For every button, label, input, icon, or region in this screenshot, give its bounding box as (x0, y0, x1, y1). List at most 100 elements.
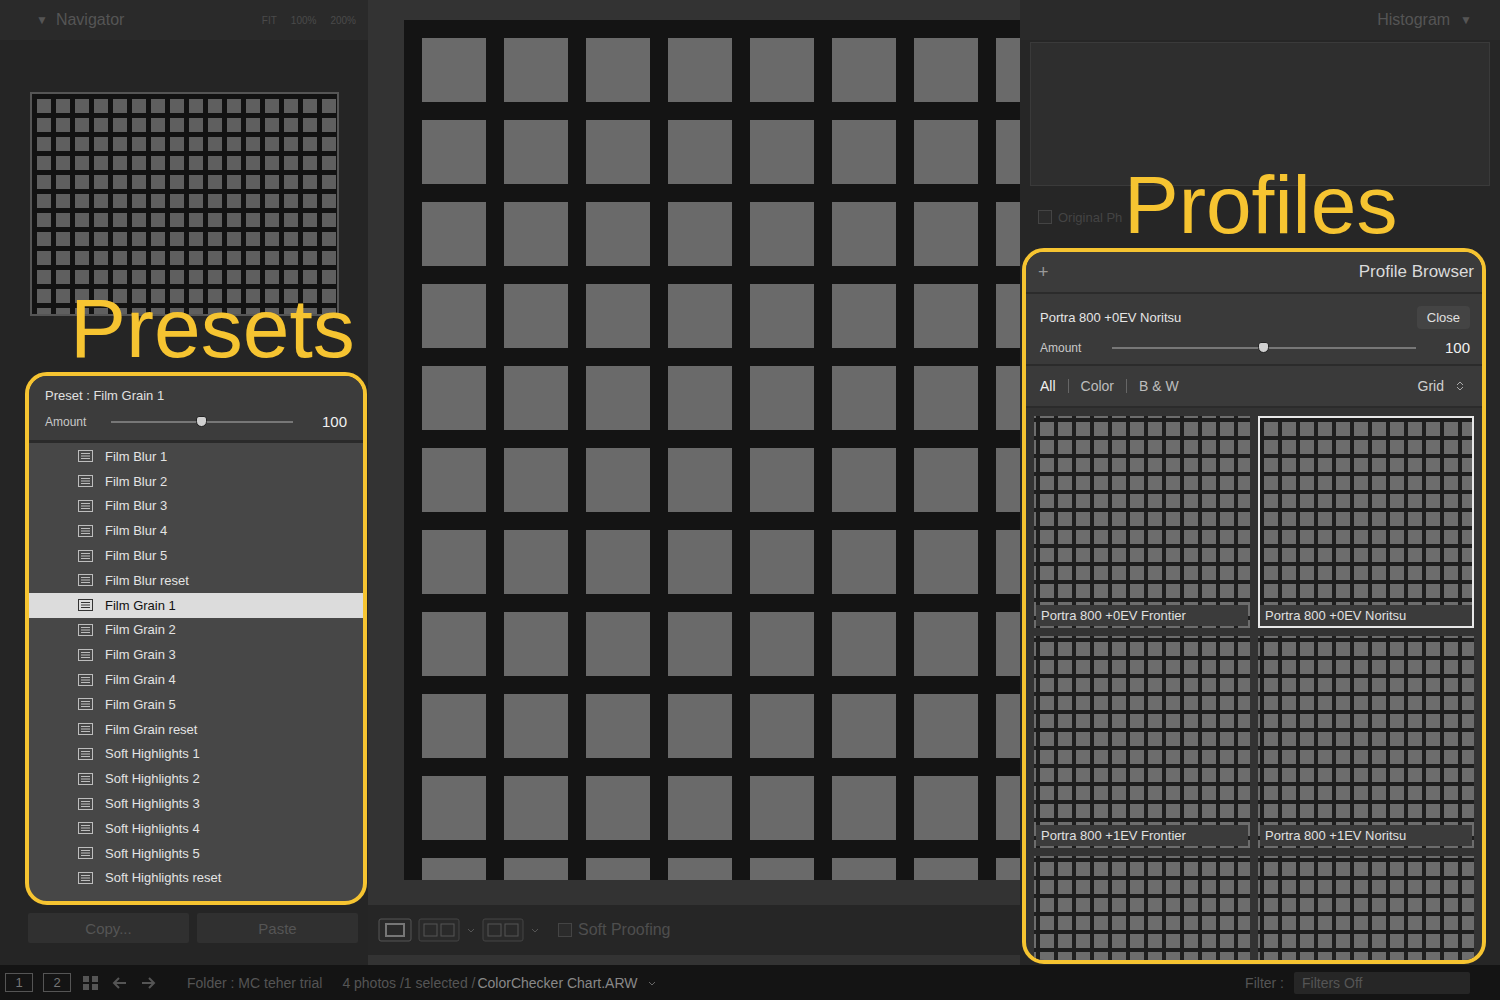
zoom-option[interactable]: FIT (262, 15, 277, 26)
compare-view-icon[interactable] (418, 918, 460, 942)
preset-icon (78, 674, 93, 686)
filter-select[interactable]: Filters Off (1294, 972, 1470, 994)
navigator-header[interactable]: ▼ Navigator FIT 100% 200% (0, 0, 368, 40)
amount-slider[interactable] (111, 421, 293, 423)
preset-item[interactable]: Film Blur reset (29, 568, 363, 593)
preset-name: Soft Highlights 1 (105, 746, 200, 761)
preset-name: Soft Highlights 4 (105, 821, 200, 836)
preset-header: Preset : Film Grain 1 Amount 100 (29, 376, 363, 443)
dropdown-icon[interactable] (466, 918, 476, 942)
preset-item[interactable]: Film Grain reset (29, 717, 363, 742)
preset-name: Film Blur 4 (105, 523, 167, 538)
profile-name: Portra 800 +0EV Frontier (1036, 605, 1248, 626)
current-profile-row: Portra 800 +0EV Noritsu Close (1040, 306, 1470, 329)
panel-button[interactable]: Paste (197, 913, 358, 943)
loupe-view-icon[interactable] (378, 918, 412, 942)
preset-item[interactable]: Film Blur 1 (29, 444, 363, 469)
preset-name: Film Grain 1 (105, 598, 176, 613)
preset-amount: Amount 100 (45, 413, 347, 430)
preset-icon (78, 698, 93, 710)
amount-value[interactable]: 100 (303, 413, 347, 430)
filmstrip-bar: 12 Folder : MC teher trial 4 photos /1 s… (0, 965, 1500, 1000)
back-arrow-icon[interactable] (111, 974, 129, 992)
add-profile-button[interactable]: + (1038, 262, 1359, 283)
current-profile: Portra 800 +0EV Noritsu Close Amount 100 (1026, 294, 1482, 366)
preset-item[interactable]: Film Grain 3 (29, 642, 363, 667)
zoom-option[interactable]: 100% (291, 15, 317, 26)
preset-item[interactable]: Film Blur 5 (29, 543, 363, 568)
folder-label: Folder : MC teher trial (187, 975, 322, 991)
soft-proofing-checkbox[interactable] (558, 923, 572, 937)
preset-item[interactable]: Film Grain 4 (29, 667, 363, 692)
preset-item[interactable]: Film Grain 5 (29, 692, 363, 717)
photo[interactable] (404, 20, 1020, 880)
preset-item[interactable]: Film Blur 2 (29, 469, 363, 494)
updown-icon[interactable] (1456, 380, 1464, 392)
preset-item[interactable]: Soft Highlights 5 (29, 841, 363, 866)
preset-name: Film Grain 2 (105, 622, 176, 637)
preset-icon (78, 872, 93, 884)
profile-thumbnail[interactable]: Portra 800 +0EV Noritsu (1258, 416, 1474, 628)
close-button[interactable]: Close (1417, 306, 1470, 329)
current-profile-name: Portra 800 +0EV Noritsu (1040, 310, 1181, 325)
slider-thumb[interactable] (1258, 342, 1269, 353)
panel-button[interactable]: Copy... (28, 913, 189, 943)
preset-icon (78, 525, 93, 537)
collapse-toggle[interactable]: ▼ (36, 13, 48, 27)
original-photo-row: Original Ph Profiles (1020, 186, 1500, 248)
slider-thumb[interactable] (196, 416, 207, 427)
window-button[interactable]: 1 (5, 973, 33, 992)
navigator-title: Navigator (56, 11, 254, 29)
preset-icon (78, 500, 93, 512)
filter-tab[interactable]: Color (1081, 378, 1114, 394)
profile-thumbnail[interactable]: Portra 800 +0EV Frontier (1034, 416, 1250, 628)
before-after-icon[interactable] (482, 918, 524, 942)
filter-tab[interactable]: All (1040, 378, 1056, 394)
collapse-toggle[interactable]: ▼ (1460, 13, 1472, 27)
profile-thumbnail[interactable] (1034, 856, 1250, 960)
original-photo-checkbox[interactable] (1038, 210, 1052, 224)
preset-name: Soft Highlights 2 (105, 771, 200, 786)
window-button[interactable]: 2 (43, 973, 71, 992)
amount-label: Amount (1040, 341, 1102, 355)
file-name[interactable]: ColorChecker Chart.ARW (477, 975, 637, 991)
profile-filters: All Color B & W Grid (1026, 366, 1482, 408)
forward-arrow-icon[interactable] (139, 974, 157, 992)
preset-item[interactable]: Film Grain 2 (29, 618, 363, 643)
preset-item[interactable]: Film Blur 3 (29, 494, 363, 519)
profiles-callout: Profiles (1124, 164, 1397, 246)
toolbar: Soft Proofing (368, 905, 1020, 955)
amount-slider[interactable] (1112, 347, 1416, 349)
navigator-thumbnail[interactable] (30, 92, 339, 316)
preset-name: Film Blur 1 (105, 449, 167, 464)
preset-item[interactable]: Soft Highlights 4 (29, 816, 363, 841)
preset-icon (78, 649, 93, 661)
grid-icon[interactable] (81, 974, 101, 992)
profile-browser-title: Profile Browser (1359, 262, 1474, 282)
zoom-option[interactable]: 200% (330, 15, 356, 26)
preset-item[interactable]: Film Grain 1 (29, 593, 363, 618)
dropdown-icon[interactable] (647, 978, 657, 988)
dropdown-icon[interactable] (530, 918, 540, 942)
right-panel: Histogram ▼ Original Ph Profiles + Profi… (1020, 0, 1500, 965)
preset-item[interactable]: Soft Highlights 2 (29, 766, 363, 791)
profile-thumbnail[interactable]: Portra 800 +1EV Frontier (1034, 636, 1250, 848)
preset-item[interactable]: Soft Highlights 3 (29, 791, 363, 816)
preset-icon (78, 550, 93, 562)
profile-name: Portra 800 +1EV Frontier (1036, 825, 1248, 846)
lightroom-window: ▼ Navigator FIT100%200% Presets Preset :… (0, 0, 1500, 1000)
amount-value[interactable]: 100 (1426, 339, 1470, 356)
filter-separator (1068, 379, 1069, 393)
soft-proofing-label: Soft Proofing (578, 921, 671, 939)
filter-tab[interactable]: B & W (1139, 378, 1179, 394)
profile-thumbnail[interactable] (1258, 856, 1474, 960)
view-select[interactable]: Grid (1418, 378, 1444, 394)
preset-icon (78, 723, 93, 735)
histogram-title: Histogram (1377, 11, 1450, 29)
preset-item[interactable]: Soft Highlights reset (29, 866, 363, 891)
preset-icon (78, 599, 93, 611)
profile-thumbnail[interactable]: Portra 800 +1EV Noritsu (1258, 636, 1474, 848)
histogram-header[interactable]: Histogram ▼ (1020, 0, 1500, 40)
preset-item[interactable]: Soft Highlights 1 (29, 742, 363, 767)
preset-item[interactable]: Film Blur 4 (29, 518, 363, 543)
